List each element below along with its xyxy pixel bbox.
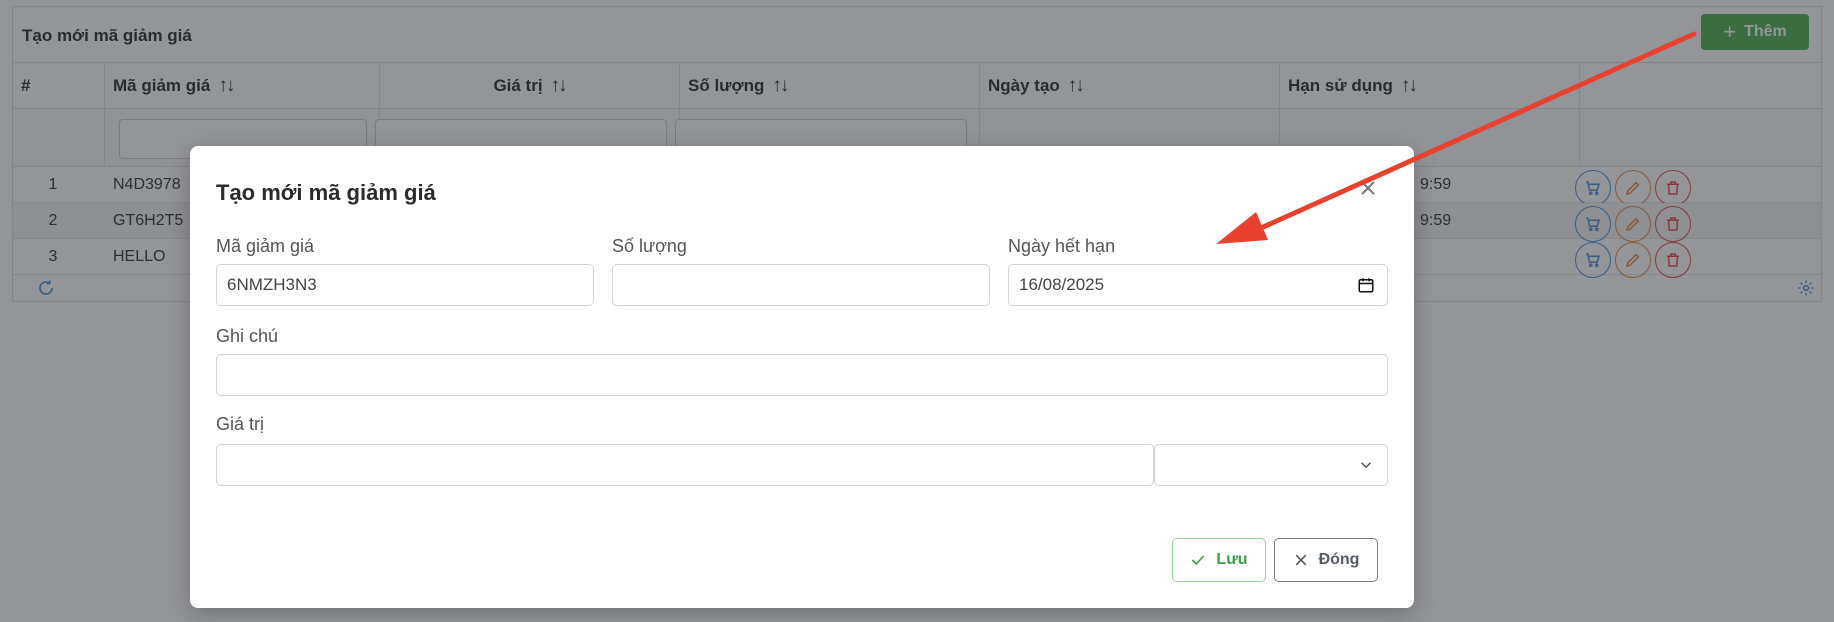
modal-title: Tạo mới mã giảm giá xyxy=(216,180,436,205)
save-button[interactable]: Lưu xyxy=(1172,538,1266,582)
code-input[interactable]: 6NMZH3N3 xyxy=(216,264,594,306)
expiry-date-input[interactable]: 16/08/2025 xyxy=(1008,264,1388,306)
calendar-icon[interactable] xyxy=(1357,276,1375,294)
close-icon xyxy=(1295,554,1306,566)
amount-unit-select[interactable] xyxy=(1154,444,1388,486)
amount-input[interactable] xyxy=(216,444,1154,486)
amount-label: Giá trị xyxy=(216,414,265,434)
chevron-down-icon xyxy=(1357,456,1375,474)
note-label: Ghi chú xyxy=(216,326,279,346)
save-button-label: Lưu xyxy=(1216,551,1248,568)
expiry-label: Ngày hết hạn xyxy=(1008,236,1116,256)
check-icon xyxy=(1192,555,1205,566)
note-input[interactable] xyxy=(216,354,1388,396)
code-label: Mã giảm giá xyxy=(216,236,315,256)
close-icon[interactable] xyxy=(1358,178,1378,198)
close-button[interactable]: Đóng xyxy=(1274,538,1378,582)
close-button-label: Đóng xyxy=(1318,551,1360,568)
quantity-input[interactable] xyxy=(612,264,990,306)
quantity-label: Số lượng xyxy=(612,236,687,256)
create-voucher-modal: Tạo mới mã giảm giá Mã giảm giá 6NMZH3N3… xyxy=(190,146,1414,608)
expiry-date-value: 16/08/2025 xyxy=(1019,275,1105,294)
